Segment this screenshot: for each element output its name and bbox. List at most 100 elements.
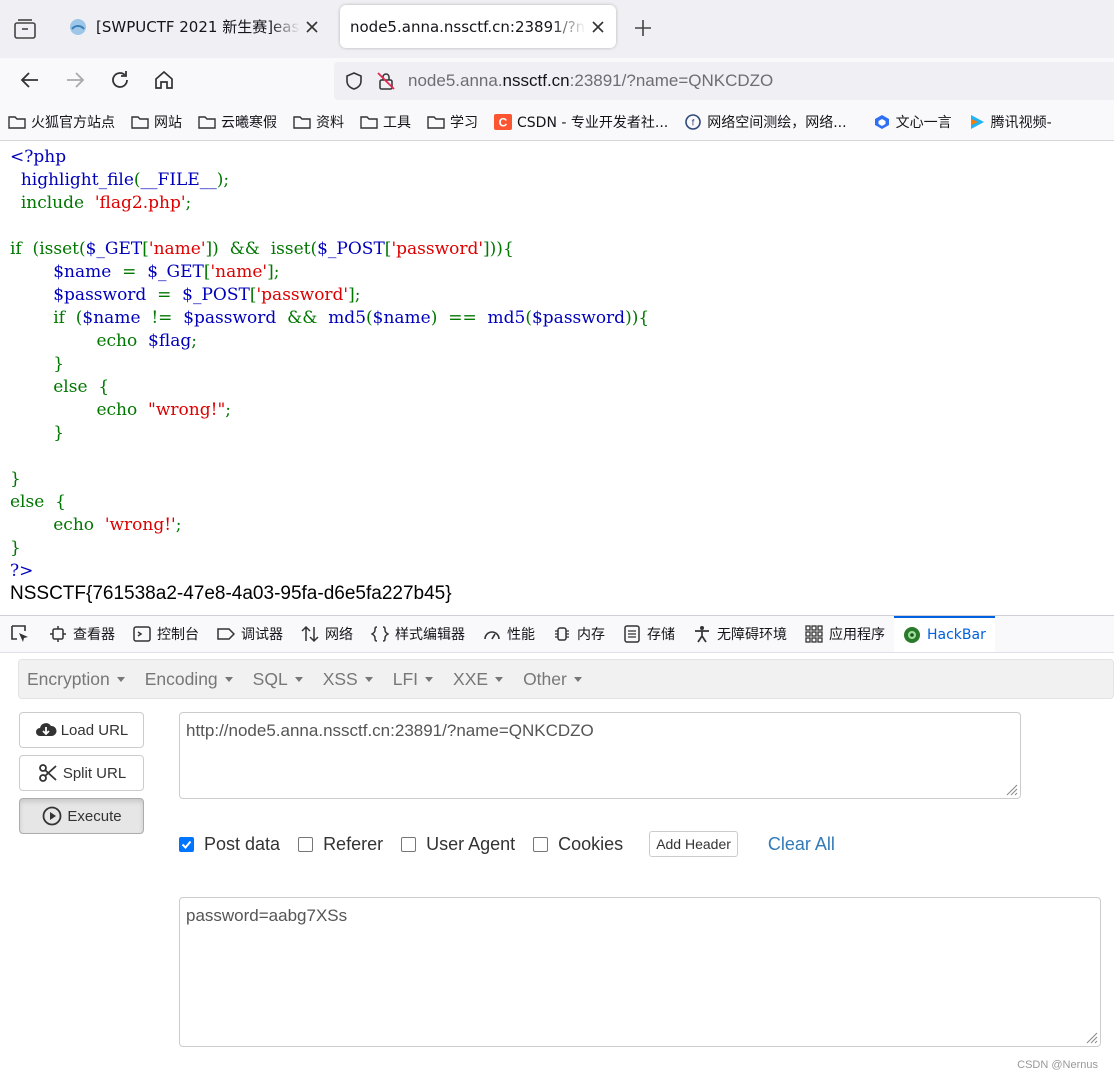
menu-sql[interactable]: SQL bbox=[245, 669, 315, 690]
cookies-checkbox[interactable] bbox=[533, 836, 549, 852]
bookmark-label: 工具 bbox=[383, 114, 411, 131]
bookmark-folder[interactable]: 工具 bbox=[352, 108, 419, 136]
forward-icon[interactable] bbox=[63, 68, 87, 92]
tab-node5[interactable]: node5.anna.nssctf.cn:23891/?name=QNKCDZO bbox=[340, 5, 616, 48]
caret-down-icon bbox=[224, 676, 233, 682]
cookies-option[interactable]: Cookies bbox=[533, 834, 623, 855]
svg-text:C: C bbox=[499, 115, 508, 129]
user-agent-checkbox[interactable] bbox=[401, 836, 417, 852]
reload-icon[interactable] bbox=[108, 68, 132, 92]
menu-encoding[interactable]: Encoding bbox=[137, 669, 245, 690]
clear-all-link[interactable]: Clear All bbox=[768, 834, 835, 855]
menu-encryption[interactable]: Encryption bbox=[19, 669, 137, 690]
folder-icon bbox=[8, 115, 26, 129]
back-icon[interactable] bbox=[18, 68, 42, 92]
folder-icon bbox=[360, 115, 378, 129]
tracking-protection-icon[interactable] bbox=[344, 71, 364, 91]
bookmark-tencent-video[interactable]: 腾讯视频- bbox=[960, 108, 1060, 136]
bookmark-label: 云曦寒假 bbox=[221, 114, 277, 131]
devtools-tab-application[interactable]: 应用程序 bbox=[796, 616, 894, 652]
devtools-tab-storage[interactable]: 存储 bbox=[614, 616, 684, 652]
tencent-video-icon bbox=[970, 114, 984, 129]
performance-icon bbox=[484, 631, 500, 640]
php-source-code: <?php highlight_file(__FILE__); include … bbox=[10, 147, 650, 581]
referer-checkbox[interactable] bbox=[298, 836, 314, 852]
element-picker-icon bbox=[11, 625, 28, 642]
bookmark-label: 资料 bbox=[316, 114, 344, 131]
tab-swpuctf[interactable]: [SWPUCTF 2021 新生赛]easy_md5 bbox=[58, 5, 330, 48]
cloud-download-icon bbox=[35, 723, 57, 736]
add-header-button[interactable]: Add Header bbox=[649, 831, 738, 857]
watermark: CSDN @Nernus bbox=[1017, 1059, 1098, 1071]
load-url-button[interactable]: Load URL bbox=[19, 712, 144, 748]
caret-down-icon bbox=[573, 676, 582, 682]
bookmarks-toolbar: 火狐官方站点 网站 云曦寒假 资料 工具 学习 C CSDN - 专业开发者社.… bbox=[0, 103, 1114, 141]
resize-grip-icon[interactable] bbox=[1004, 782, 1018, 796]
bookmark-folder[interactable]: 云曦寒假 bbox=[190, 108, 285, 136]
bookmark-label: 腾讯视频- bbox=[990, 114, 1052, 131]
insecure-lock-icon[interactable] bbox=[376, 71, 396, 91]
url-text: node5.anna.nssctf.cn:23891/?name=QNKCDZO bbox=[408, 71, 774, 90]
referer-option[interactable]: Referer bbox=[298, 834, 383, 855]
style-editor-icon bbox=[371, 626, 389, 642]
caret-down-icon bbox=[364, 676, 373, 682]
bookmark-folder[interactable]: 网站 bbox=[123, 108, 190, 136]
bookmark-label: 网络空间测绘，网络... bbox=[707, 114, 847, 131]
hackbar-panel: Encryption Encoding SQL XSS LFI XXE Othe… bbox=[0, 653, 1114, 1079]
post-data-option[interactable]: Post data bbox=[179, 834, 280, 855]
bookmark-label: 学习 bbox=[450, 114, 478, 131]
inspector-icon bbox=[50, 626, 66, 642]
caret-down-icon bbox=[116, 676, 125, 682]
folder-icon bbox=[293, 115, 311, 129]
devtools-tab-accessibility[interactable]: 无障碍环境 bbox=[684, 616, 796, 652]
network-icon bbox=[301, 625, 319, 643]
url-textarea[interactable]: http://node5.anna.nssctf.cn:23891/?name=… bbox=[179, 712, 1021, 799]
navigation-bar: node5.anna.nssctf.cn:23891/?name=QNKCDZO bbox=[0, 58, 1114, 103]
accessibility-icon bbox=[695, 626, 709, 643]
execute-button[interactable]: Execute bbox=[19, 798, 144, 834]
post-data-checkbox[interactable] bbox=[179, 836, 194, 852]
close-tab-icon[interactable] bbox=[590, 19, 606, 35]
caret-down-icon bbox=[425, 676, 434, 682]
bookmark-fofa[interactable]: f 网络空间测绘，网络... bbox=[676, 108, 854, 136]
caret-down-icon bbox=[294, 676, 303, 682]
folder-icon bbox=[131, 115, 149, 129]
devtools-tab-style-editor[interactable]: 样式编辑器 bbox=[362, 616, 474, 652]
user-agent-option[interactable]: User Agent bbox=[401, 834, 515, 855]
menu-xss[interactable]: XSS bbox=[315, 669, 385, 690]
devtools-tab-network[interactable]: 网络 bbox=[292, 616, 362, 652]
new-tab-icon[interactable] bbox=[632, 17, 654, 39]
menu-xxe[interactable]: XXE bbox=[445, 669, 515, 690]
console-icon bbox=[133, 626, 151, 642]
wenxin-icon bbox=[874, 114, 889, 129]
menu-other[interactable]: Other bbox=[515, 669, 594, 690]
tab-overview-icon[interactable] bbox=[12, 16, 38, 42]
split-url-button[interactable]: Split URL bbox=[19, 755, 144, 791]
bookmark-folder[interactable]: 学习 bbox=[419, 108, 486, 136]
devtools-tab-performance[interactable]: 性能 bbox=[474, 616, 544, 652]
bookmark-folder[interactable]: 火狐官方站点 bbox=[0, 108, 123, 136]
close-tab-icon[interactable] bbox=[304, 19, 320, 35]
storage-icon bbox=[624, 625, 640, 643]
bookmark-wenxin[interactable]: 文心一言 bbox=[865, 108, 960, 136]
devtools-tab-console[interactable]: 控制台 bbox=[124, 616, 208, 652]
resize-grip-icon[interactable] bbox=[1084, 1030, 1098, 1044]
address-bar[interactable]: node5.anna.nssctf.cn:23891/?name=QNKCDZO bbox=[334, 62, 1114, 100]
devtools-tab-inspector[interactable]: 查看器 bbox=[40, 616, 124, 652]
checkmark-icon bbox=[181, 840, 192, 849]
devtools-tab-memory[interactable]: 内存 bbox=[544, 616, 614, 652]
devtools-toolbar: 查看器 控制台 调试器 网络 样式编辑器 性能 内存 存储 无障碍环境 应用程序… bbox=[0, 615, 1114, 653]
devtools-tab-debugger[interactable]: 调试器 bbox=[208, 616, 292, 652]
bookmark-folder[interactable]: 资料 bbox=[285, 108, 352, 136]
bookmark-csdn[interactable]: C CSDN - 专业开发者社... bbox=[486, 108, 676, 136]
scissors-icon bbox=[38, 764, 57, 782]
play-circle-icon bbox=[42, 806, 62, 826]
flag-output: NSSCTF{761538a2-47e8-4a03-95fa-d6e5fa227… bbox=[10, 583, 452, 604]
element-picker-button[interactable] bbox=[0, 616, 40, 652]
csdn-icon: C bbox=[494, 113, 512, 130]
post-data-textarea[interactable]: password=aabg7XSs bbox=[179, 897, 1101, 1047]
home-icon[interactable] bbox=[152, 68, 176, 92]
menu-lfi[interactable]: LFI bbox=[385, 669, 445, 690]
devtools-tab-hackbar[interactable]: HackBar bbox=[894, 616, 995, 652]
tab-strip: [SWPUCTF 2021 新生赛]easy_md5 node5.anna.ns… bbox=[0, 0, 1114, 58]
